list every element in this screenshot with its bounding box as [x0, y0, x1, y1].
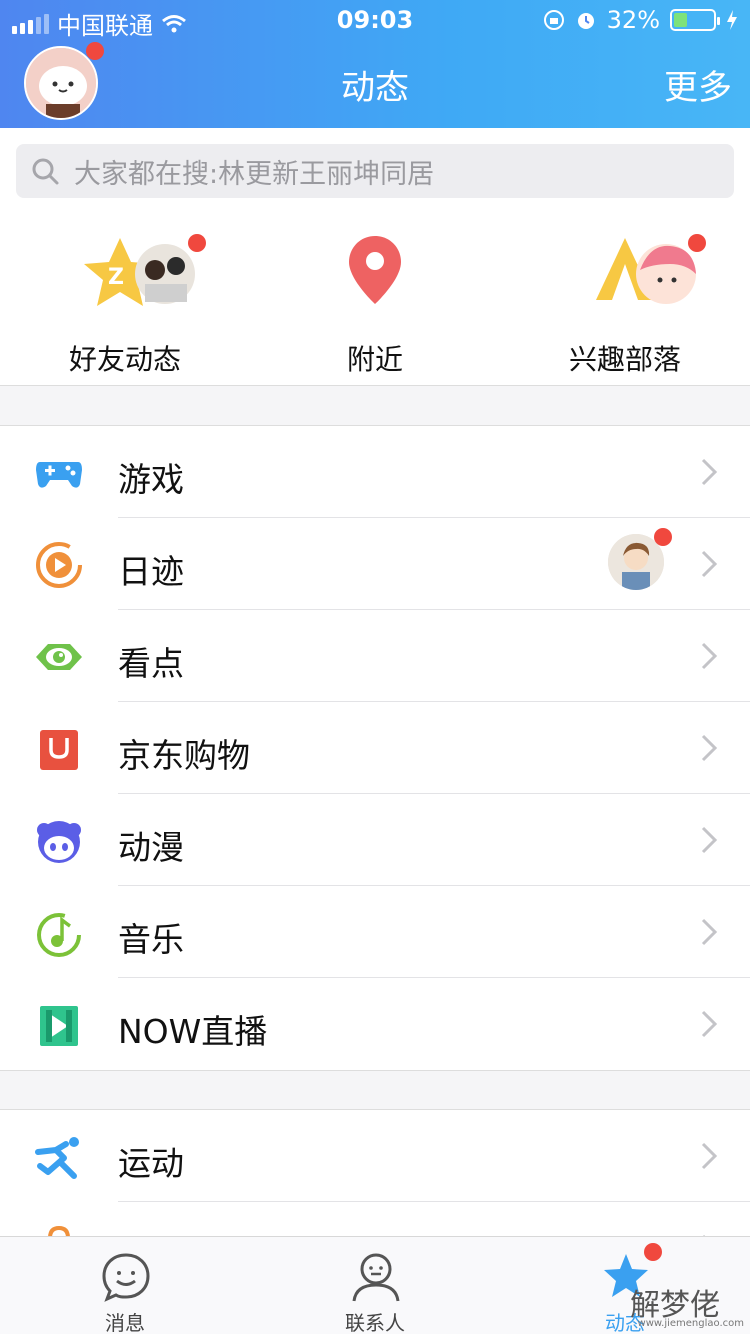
diary-notification-dot — [654, 528, 672, 546]
chevron-right-icon — [701, 458, 718, 486]
list-label-sports: 运动 — [118, 1144, 184, 1183]
status-right: 32% — [543, 6, 738, 34]
now-live-icon — [40, 1006, 78, 1046]
search-placeholder: 大家都在搜:林更新王丽坤同居 — [74, 158, 435, 190]
tab-messages[interactable]: 消息 — [0, 1243, 250, 1334]
watermark-url: www.jiemenglao.com — [637, 1318, 744, 1329]
svg-text:Z: Z — [108, 265, 124, 290]
friends-feed-notification-dot — [188, 234, 206, 252]
chevron-right-icon — [701, 642, 718, 670]
list-item-sports[interactable]: 运动 — [0, 1110, 750, 1202]
search-input[interactable]: 大家都在搜:林更新王丽坤同居 — [16, 144, 734, 198]
alarm-icon — [577, 13, 594, 29]
chevron-right-icon — [701, 826, 718, 854]
quick-item-friends-feed[interactable]: Z 好友动态 — [0, 234, 250, 376]
runner-icon — [35, 1137, 79, 1179]
list-label-music: 音乐 — [118, 920, 184, 959]
chat-bubble-icon — [102, 1253, 150, 1302]
top-header: 中国联通 09:03 32% 动态 更多 — [0, 0, 750, 128]
battery-icon — [670, 9, 720, 31]
rotation-lock-icon — [543, 10, 564, 30]
music-note-icon — [37, 913, 81, 957]
quick-label-tribe: 兴趣部落 — [568, 343, 681, 376]
quick-item-nearby[interactable]: 附近 — [250, 234, 500, 376]
list-item-game[interactable]: 游戏 — [0, 426, 750, 518]
tab-label-contacts: 联系人 — [345, 1311, 405, 1334]
tab-contacts[interactable]: 联系人 — [250, 1243, 500, 1334]
avatar-notification-dot — [86, 42, 104, 60]
eye-icon — [36, 644, 82, 670]
jd-bag-icon — [40, 730, 78, 770]
search-icon — [32, 158, 59, 185]
chevron-right-icon — [701, 918, 718, 946]
quick-label-friends-feed: 好友动态 — [68, 343, 181, 376]
list-item-food-fun[interactable]: 吃喝玩乐 — [0, 1202, 750, 1237]
tab-label-messages: 消息 — [105, 1311, 145, 1334]
chevron-right-icon — [701, 1010, 718, 1038]
page-title: 动态 — [341, 68, 409, 108]
quick-label-nearby: 附近 — [346, 343, 403, 376]
list-label-jd-shopping: 京东购物 — [118, 736, 250, 775]
feed-tab-notification-dot — [644, 1243, 662, 1261]
more-button[interactable]: 更多 — [664, 60, 732, 109]
list-item-jd-shopping[interactable]: 京东购物 — [0, 702, 750, 794]
anime-face-icon — [37, 821, 81, 863]
list-label-game: 游戏 — [118, 460, 184, 499]
tribe-icon — [500, 234, 750, 314]
quick-item-tribe[interactable]: 兴趣部落 — [500, 234, 750, 376]
location-pin-icon — [250, 234, 500, 314]
list-item-anime[interactable]: 动漫 — [0, 794, 750, 886]
list-label-diary: 日迹 — [118, 552, 184, 591]
list-item-now-live[interactable]: NOW直播 — [0, 978, 750, 1070]
service-list-2: 运动 吃喝玩乐 — [0, 1109, 750, 1237]
battery-label: 32% — [606, 6, 660, 34]
list-item-diary[interactable]: 日迹 — [0, 518, 750, 610]
list-item-music[interactable]: 音乐 — [0, 886, 750, 978]
list-item-kandian[interactable]: 看点 — [0, 610, 750, 702]
list-label-anime: 动漫 — [118, 828, 184, 867]
search-section: 大家都在搜:林更新王丽坤同居 — [0, 128, 750, 214]
chevron-right-icon — [701, 550, 718, 578]
service-list-1: 游戏 日迹 看点 京东购物 动漫 音乐 NOW直播 — [0, 425, 750, 1071]
tribe-notification-dot — [688, 234, 706, 252]
chevron-right-icon — [701, 1142, 718, 1170]
charging-icon — [727, 10, 737, 30]
friends-feed-icon: Z — [0, 234, 250, 314]
status-bar: 中国联通 09:03 32% — [0, 0, 750, 40]
list-label-now-live: NOW直播 — [118, 1012, 268, 1051]
gamepad-icon — [36, 462, 82, 488]
list-label-kandian: 看点 — [118, 644, 184, 683]
quick-entries: Z 好友动态 附近 兴趣部落 — [0, 214, 750, 386]
chevron-right-icon — [701, 734, 718, 762]
play-circle-icon — [36, 542, 82, 588]
contact-icon — [352, 1253, 400, 1302]
